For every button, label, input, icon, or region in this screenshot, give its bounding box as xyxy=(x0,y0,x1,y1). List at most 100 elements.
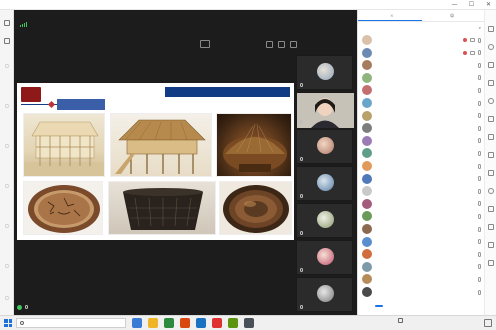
close-tab-icon[interactable]: × xyxy=(390,13,393,18)
microphone-icon[interactable] xyxy=(478,276,481,282)
more-button[interactable] xyxy=(460,305,468,307)
poll-icon[interactable] xyxy=(488,224,494,230)
microphone-icon[interactable] xyxy=(478,251,481,257)
notes-icon[interactable] xyxy=(488,242,494,248)
microphone-icon[interactable] xyxy=(478,188,481,194)
share-icon[interactable] xyxy=(488,170,494,176)
video-thumbnail[interactable] xyxy=(296,240,353,275)
mute-all-button[interactable] xyxy=(375,305,384,307)
member-row[interactable] xyxy=(358,160,485,172)
video-thumbnail[interactable] xyxy=(296,129,353,164)
search-icon[interactable]: ⌕ xyxy=(479,25,481,30)
avatar xyxy=(316,211,334,228)
video-thumbnail[interactable] xyxy=(296,203,353,238)
video-thumbnail[interactable] xyxy=(296,55,353,90)
member-row[interactable] xyxy=(358,34,485,46)
microphone-icon[interactable] xyxy=(478,289,481,295)
chat-icon[interactable] xyxy=(488,26,494,32)
microphone-icon[interactable] xyxy=(478,50,481,56)
rail-chat-button[interactable] xyxy=(0,16,14,30)
microphone-icon[interactable] xyxy=(478,138,481,144)
model-stilt-house-image xyxy=(115,119,206,174)
camera-icon[interactable] xyxy=(470,38,475,42)
microphone-icon[interactable] xyxy=(478,150,481,156)
microphone-icon[interactable] xyxy=(478,87,481,93)
layout-icon[interactable] xyxy=(488,152,494,158)
settings-app-icon[interactable] xyxy=(244,318,254,328)
member-row[interactable] xyxy=(358,84,485,96)
meeting-app-icon[interactable] xyxy=(196,318,206,328)
microphone-icon[interactable] xyxy=(478,226,481,232)
microphone-icon[interactable] xyxy=(478,213,481,219)
view-switch-icon[interactable] xyxy=(278,41,285,48)
microphone-icon[interactable] xyxy=(478,37,481,43)
reaction-icon[interactable] xyxy=(488,188,494,194)
close-button[interactable]: ✕ xyxy=(485,2,492,9)
member-row[interactable] xyxy=(358,122,485,134)
media-app-icon[interactable] xyxy=(212,318,222,328)
microphone-icon[interactable] xyxy=(478,100,481,106)
unmute-all-button[interactable] xyxy=(417,305,425,307)
microphone-icon[interactable] xyxy=(478,201,481,207)
document-icon[interactable] xyxy=(488,80,494,86)
browser-icon[interactable] xyxy=(164,318,174,328)
video-thumbnail[interactable] xyxy=(296,277,353,312)
member-row[interactable] xyxy=(358,72,485,84)
member-row[interactable] xyxy=(358,110,485,122)
rail-meeting-button[interactable] xyxy=(0,34,14,48)
member-row[interactable] xyxy=(358,210,485,222)
settings-icon[interactable] xyxy=(488,98,494,104)
microphone-icon[interactable] xyxy=(478,176,481,182)
member-row[interactable] xyxy=(358,173,485,185)
member-row[interactable] xyxy=(358,135,485,147)
member-row[interactable] xyxy=(358,261,485,273)
member-row[interactable] xyxy=(358,248,485,260)
camera-icon[interactable] xyxy=(470,50,475,55)
microphone-icon[interactable] xyxy=(478,113,481,119)
security-icon[interactable] xyxy=(398,318,403,323)
chat-app-icon[interactable] xyxy=(228,318,238,328)
taskbar-search-input[interactable] xyxy=(16,318,126,328)
member-row[interactable] xyxy=(358,273,485,285)
timer-icon[interactable] xyxy=(488,206,494,212)
member-row[interactable] xyxy=(358,59,485,71)
file-explorer-icon[interactable] xyxy=(148,318,158,328)
tab-members[interactable]: × xyxy=(358,10,422,21)
member-row[interactable] xyxy=(358,236,485,248)
notification-icon[interactable] xyxy=(484,319,492,327)
members-icon[interactable] xyxy=(488,44,494,50)
minimize-button[interactable]: — xyxy=(451,2,458,9)
info-icon[interactable] xyxy=(488,260,494,266)
task-view-icon[interactable] xyxy=(132,318,142,328)
maximize-button[interactable]: ☐ xyxy=(468,2,475,9)
video-thumbnail[interactable] xyxy=(296,166,353,201)
member-row[interactable] xyxy=(358,147,485,159)
chat-icon xyxy=(4,20,10,26)
microphone-icon[interactable] xyxy=(478,264,481,270)
record-icon[interactable] xyxy=(488,116,494,122)
start-icon[interactable] xyxy=(4,319,12,327)
office-icon[interactable] xyxy=(180,318,190,328)
microphone-icon[interactable] xyxy=(478,125,481,131)
member-row[interactable] xyxy=(358,286,485,298)
member-row[interactable] xyxy=(358,47,485,59)
avatar xyxy=(316,174,334,191)
video-thumbnail-active-speaker[interactable] xyxy=(296,92,354,128)
microphone-icon[interactable] xyxy=(478,75,481,81)
microphone-icon[interactable] xyxy=(478,239,481,245)
tab-manage[interactable]: ☺ xyxy=(422,10,486,21)
apps-icon[interactable] xyxy=(488,134,494,140)
member-row[interactable] xyxy=(358,97,485,109)
screen-share-icon xyxy=(200,40,210,48)
microphone-icon[interactable] xyxy=(478,62,481,68)
annotate-icon[interactable] xyxy=(266,41,273,48)
member-row[interactable] xyxy=(358,185,485,197)
member-row[interactable] xyxy=(358,223,485,235)
whiteboard-icon[interactable] xyxy=(488,62,494,68)
slide-photo-3 xyxy=(216,113,292,177)
member-row[interactable] xyxy=(358,198,485,210)
microphone-icon[interactable] xyxy=(478,163,481,169)
bronze-bowl-image xyxy=(223,185,289,233)
fullscreen-icon[interactable] xyxy=(290,41,297,48)
avatar xyxy=(362,148,372,159)
